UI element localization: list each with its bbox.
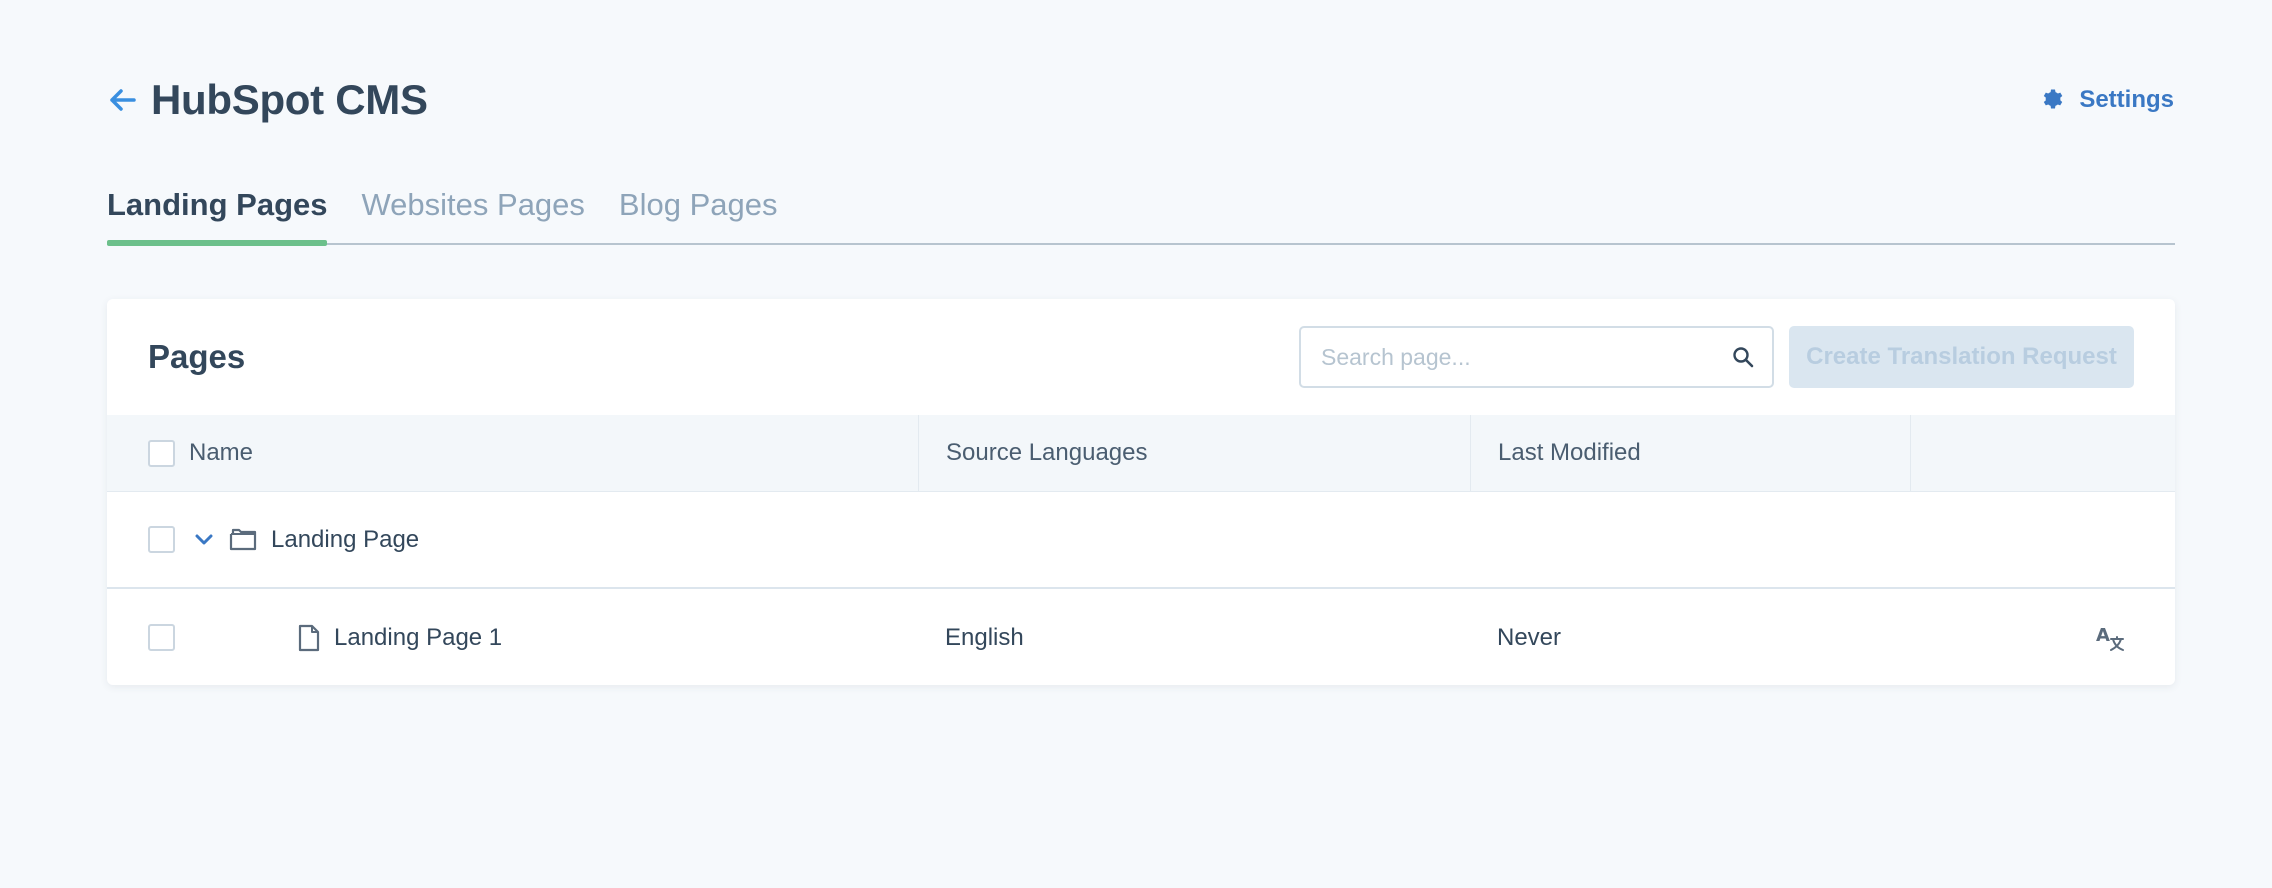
file-icon — [298, 624, 320, 652]
row-name-cell: Landing Page — [107, 492, 918, 587]
arrow-left-icon — [110, 89, 136, 111]
pages-card: Pages Create Translation Request Name So… — [107, 299, 2175, 685]
chevron-down-icon[interactable] — [195, 534, 213, 546]
back-button[interactable] — [107, 84, 139, 116]
settings-button[interactable]: Settings — [2041, 86, 2174, 114]
page-header: HubSpot CMS Settings — [107, 70, 2174, 130]
row-last-modified — [1470, 492, 1910, 587]
row-source-language — [918, 492, 1470, 587]
title-wrap: HubSpot CMS — [107, 76, 428, 124]
search-input[interactable] — [1321, 343, 1732, 371]
settings-label: Settings — [2079, 86, 2174, 113]
row-name[interactable]: Landing Page 1 — [334, 624, 502, 652]
svg-text:A: A — [2096, 625, 2110, 646]
page-title: HubSpot CMS — [151, 76, 428, 123]
card-title: Pages — [148, 338, 246, 375]
select-all-checkbox[interactable] — [148, 439, 175, 467]
folder-icon — [229, 528, 257, 552]
row-last-modified: Never — [1497, 623, 1562, 651]
create-translation-request-button[interactable]: Create Translation Request — [1789, 326, 2134, 388]
row-actions: A — [1910, 589, 2175, 685]
row-checkbox[interactable] — [148, 526, 175, 553]
page-tabs: Landing Pages Websites Pages Blog Pages — [107, 175, 2175, 246]
row-name: Landing Page — [271, 525, 420, 553]
search-icon[interactable] — [1732, 346, 1754, 368]
table-header: Name Source Languages Last Modified — [107, 415, 2175, 492]
table-row-folder[interactable]: Landing Page — [107, 492, 2175, 589]
column-name-label: Name — [189, 439, 254, 466]
row-checkbox[interactable] — [148, 624, 175, 651]
row-source-language: English — [945, 623, 1024, 651]
column-actions — [1910, 415, 2175, 491]
column-source-languages: Source Languages — [918, 415, 1470, 491]
tab-landing-pages[interactable]: Landing Pages — [107, 187, 328, 246]
tab-blog-pages[interactable]: Blog Pages — [619, 187, 778, 243]
table-row-page[interactable]: Landing Page 1 English Never A — [107, 589, 2175, 685]
column-name: Name — [107, 415, 918, 491]
translate-icon[interactable]: A — [2095, 623, 2125, 653]
search-box — [1299, 326, 1774, 388]
card-header: Pages Create Translation Request — [107, 299, 2175, 415]
app-page: HubSpot CMS Settings Landing Pages Websi… — [0, 0, 2272, 888]
gear-icon — [2044, 89, 2063, 109]
card-actions: Create Translation Request — [1299, 326, 2134, 388]
tab-websites-pages[interactable]: Websites Pages — [361, 187, 584, 243]
row-name-cell: Landing Page 1 — [107, 589, 918, 685]
row-actions — [1910, 492, 2175, 587]
column-last-modified: Last Modified — [1470, 415, 1910, 491]
